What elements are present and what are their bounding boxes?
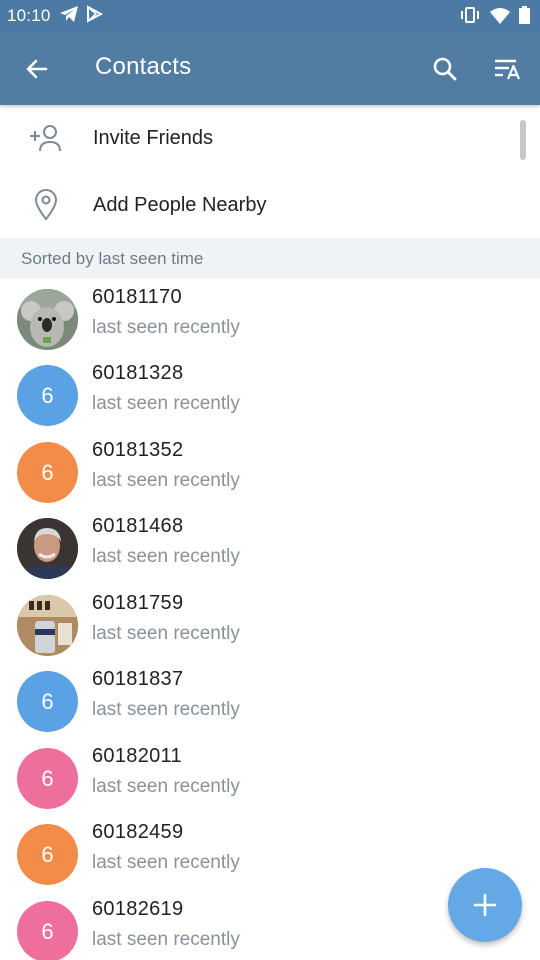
contact-name: 60181837	[92, 668, 184, 690]
new-contact-fab[interactable]	[448, 868, 522, 942]
avatar: 6	[17, 671, 78, 732]
avatar-initial: 6	[41, 765, 54, 791]
invite-friends-row[interactable]: Invite Friends	[0, 105, 540, 171]
invite-friends-label: Invite Friends	[93, 126, 214, 149]
contact-status: last seen recently	[92, 317, 240, 338]
contact-row[interactable]: 60181170 last seen recently	[0, 281, 540, 357]
contact-name: 60181352	[92, 439, 184, 461]
avatar-initial: 6	[41, 382, 54, 408]
contact-row[interactable]: 60181468 last seen recently	[0, 510, 540, 586]
avatar-initial: 6	[41, 918, 54, 944]
avatar	[17, 595, 78, 656]
contact-name: 60181468	[92, 515, 184, 537]
contact-row[interactable]: 60181759 last seen recently	[0, 587, 540, 663]
add-people-nearby-label: Add People Nearby	[93, 193, 267, 216]
avatar-initial: 6	[41, 459, 54, 485]
scrollbar[interactable]	[520, 120, 526, 160]
status-bar: 10:10	[0, 0, 540, 32]
page-title: Contacts	[95, 53, 192, 80]
contact-name: 60181170	[92, 286, 182, 308]
contact-status: last seen recently	[92, 546, 240, 567]
vibrate-icon	[459, 6, 481, 29]
avatar	[17, 518, 78, 579]
sort-by-name-icon	[495, 59, 521, 80]
avatar: 6	[17, 365, 78, 426]
status-left-icons	[59, 4, 103, 28]
contact-status: last seen recently	[92, 393, 240, 414]
plus-icon	[473, 893, 497, 917]
avatar-initial: 6	[41, 688, 54, 714]
contact-name: 60182619	[92, 898, 184, 920]
contact-row[interactable]: 6 60181837 last seen recently	[0, 663, 540, 739]
beer-can-photo	[17, 595, 78, 656]
contact-status: last seen recently	[92, 623, 240, 644]
avatar: 6	[17, 442, 78, 503]
contact-status: last seen recently	[92, 852, 240, 873]
contact-name: 60182459	[92, 821, 184, 843]
contact-row[interactable]: 6 60181328 last seen recently	[0, 357, 540, 433]
sort-button[interactable]	[490, 52, 528, 86]
add-person-icon	[26, 118, 66, 158]
man-photo	[17, 518, 78, 579]
koala-photo	[17, 289, 78, 350]
add-people-nearby-row[interactable]: Add People Nearby	[0, 172, 540, 238]
contact-name: 60181328	[92, 362, 184, 384]
status-time: 10:10	[7, 6, 51, 25]
wifi-icon	[490, 7, 510, 29]
contact-status: last seen recently	[92, 776, 240, 797]
avatar-initial: 6	[41, 841, 54, 867]
contact-status: last seen recently	[92, 699, 240, 720]
contact-status: last seen recently	[92, 470, 240, 491]
avatar: 6	[17, 901, 78, 960]
contact-name: 60181759	[92, 592, 184, 614]
search-icon	[433, 57, 457, 81]
avatar	[17, 289, 78, 350]
app-bar: Contacts	[0, 32, 540, 105]
play-store-icon	[85, 4, 103, 28]
search-button[interactable]	[428, 52, 462, 86]
arrow-back-icon	[26, 59, 48, 79]
avatar: 6	[17, 748, 78, 809]
battery-icon	[519, 6, 530, 29]
avatar: 6	[17, 824, 78, 885]
status-right-icons	[459, 6, 530, 29]
contact-name: 60182011	[92, 745, 182, 767]
section-header: Sorted by last seen time	[0, 238, 540, 279]
telegram-icon	[59, 5, 79, 28]
contact-row[interactable]: 6 60181352 last seen recently	[0, 434, 540, 510]
contact-row[interactable]: 6 60182011 last seen recently	[0, 740, 540, 816]
location-pin-icon	[26, 185, 66, 225]
contact-status: last seen recently	[92, 929, 240, 950]
back-button[interactable]	[20, 52, 54, 86]
